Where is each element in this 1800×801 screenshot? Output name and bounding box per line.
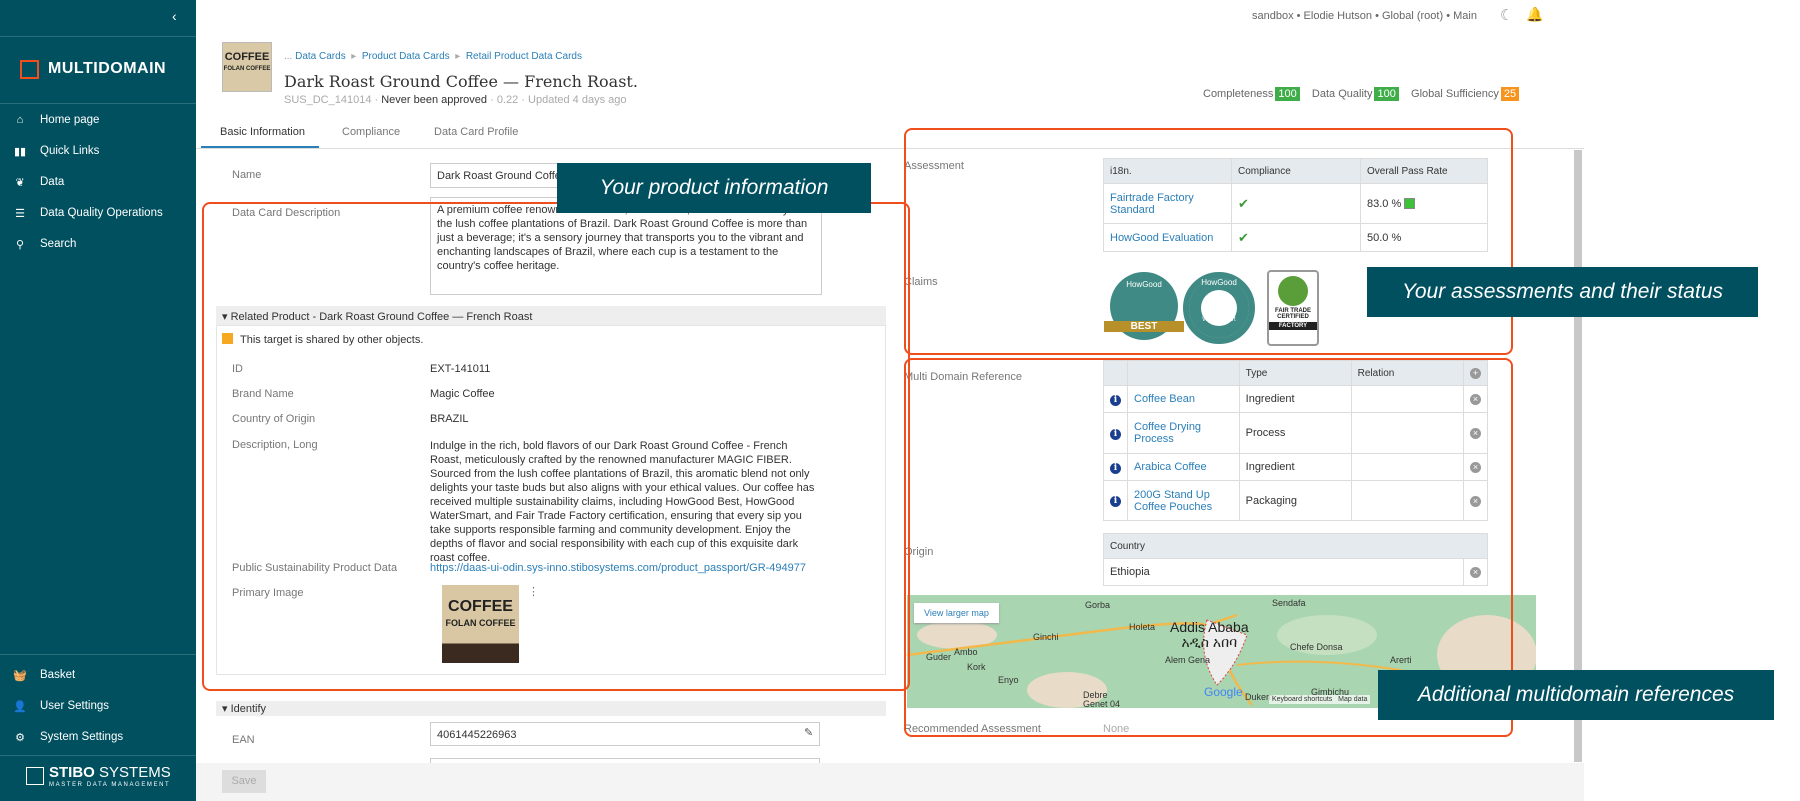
- save-button[interactable]: Save: [222, 770, 266, 793]
- callout-references: Additional multidomain references: [1378, 670, 1774, 720]
- leaf-icon: ❦: [15, 176, 25, 189]
- sidebar-item-label: Home page: [40, 114, 100, 126]
- user-icon: 👤: [13, 700, 27, 713]
- sidebar-item-search[interactable]: ⚲ Search: [0, 232, 196, 256]
- refresh-icon[interactable]: ☾: [1500, 6, 1513, 24]
- sidebar-item-user-settings[interactable]: 👤 User Settings: [0, 694, 196, 718]
- tab-data-card-profile[interactable]: Data Card Profile: [434, 126, 518, 138]
- sidebar-item-basket[interactable]: 🧺 Basket: [0, 663, 196, 687]
- ean-input[interactable]: 4061445226963: [430, 722, 820, 746]
- product-thumbnail: COFFEE FOLAN COFFEE: [222, 42, 272, 92]
- ean-label: EAN: [232, 734, 255, 746]
- breadcrumb-retail-product-data-cards[interactable]: Retail Product Data Cards: [466, 51, 582, 62]
- home-icon: ⌂: [16, 114, 24, 126]
- multidomain-logo-icon: [20, 60, 39, 79]
- context-info: sandbox • Elodie Hutson • Global (root) …: [1252, 10, 1477, 22]
- sidebar-item-label: Basket: [40, 669, 76, 681]
- sidebar-item-data[interactable]: ❦ Data: [0, 170, 196, 194]
- highlight-product-info: [202, 202, 910, 691]
- basket-icon: 🧺: [13, 669, 27, 682]
- sidebar-item-label: User Settings: [40, 700, 110, 712]
- tab-compliance[interactable]: Compliance: [342, 126, 400, 138]
- sidebar-item-system-settings[interactable]: ⚙ System Settings: [0, 725, 196, 749]
- breadcrumb-more[interactable]: ...: [284, 51, 292, 62]
- callout-product-information: Your product information: [557, 163, 871, 213]
- breadcrumb: ... Data Cards ▸ Product Data Cards ▸ Re…: [284, 51, 582, 62]
- sidebar-item-home[interactable]: ⌂ Home page: [0, 108, 196, 132]
- bookmarks-icon: ▮▮: [13, 145, 27, 158]
- sidebar-item-data-quality-operations[interactable]: ☰ Data Quality Operations: [0, 201, 196, 225]
- identify-section-toggle[interactable]: ▾ Identify: [216, 701, 886, 716]
- search-icon: ⚲: [15, 238, 25, 251]
- stibo-logo-icon: [26, 767, 44, 785]
- collapse-sidebar-button[interactable]: ‹: [172, 8, 177, 24]
- highlight-assessments: [904, 128, 1513, 355]
- page-title: Dark Roast Ground Coffee — French Roast.: [284, 72, 638, 91]
- page-subtitle: SUS_DC_141014 · Never been approved · 0.…: [284, 94, 627, 106]
- sidebar-item-quick-links[interactable]: ▮▮ Quick Links: [0, 139, 196, 163]
- callout-assessments: Your assessments and their status: [1367, 267, 1758, 317]
- sidebar-item-label: Data: [40, 176, 65, 188]
- gear-icon: ⚙: [15, 731, 25, 744]
- brand-name: MULTIDOMAIN: [48, 60, 167, 77]
- sidebar-item-label: Data Quality Operations: [40, 207, 163, 219]
- breadcrumb-data-cards[interactable]: Data Cards: [295, 51, 346, 62]
- tab-basic-information[interactable]: Basic Information: [220, 126, 305, 138]
- sidebar-item-label: Quick Links: [40, 145, 100, 157]
- data-quality-badge: 100: [1374, 87, 1399, 101]
- score-badges: Completeness 100 Data Quality 100 Global S…: [1203, 87, 1520, 101]
- stibo-tagline: MASTER DATA MANAGEMENT: [49, 782, 171, 788]
- stibo-logo: STIBO SYSTEMS: [49, 764, 171, 781]
- global-sufficiency-badge: 25: [1500, 87, 1520, 101]
- breadcrumb-product-data-cards[interactable]: Product Data Cards: [362, 51, 450, 62]
- sidebar: ‹ MULTIDOMAIN ⌂ Home page ▮▮ Quick Links ❦…: [0, 0, 196, 801]
- list-tools-icon: ☰: [15, 207, 25, 220]
- sidebar-item-label: System Settings: [40, 731, 124, 743]
- completeness-badge: 100: [1275, 87, 1300, 101]
- sidebar-item-label: Search: [40, 238, 77, 250]
- approval-status: Never been approved: [381, 94, 488, 106]
- name-label: Name: [232, 169, 262, 181]
- edit-icon[interactable]: ✎: [804, 726, 813, 739]
- bell-icon[interactable]: 🔔: [1526, 6, 1543, 23]
- footer-bar: [196, 763, 1584, 801]
